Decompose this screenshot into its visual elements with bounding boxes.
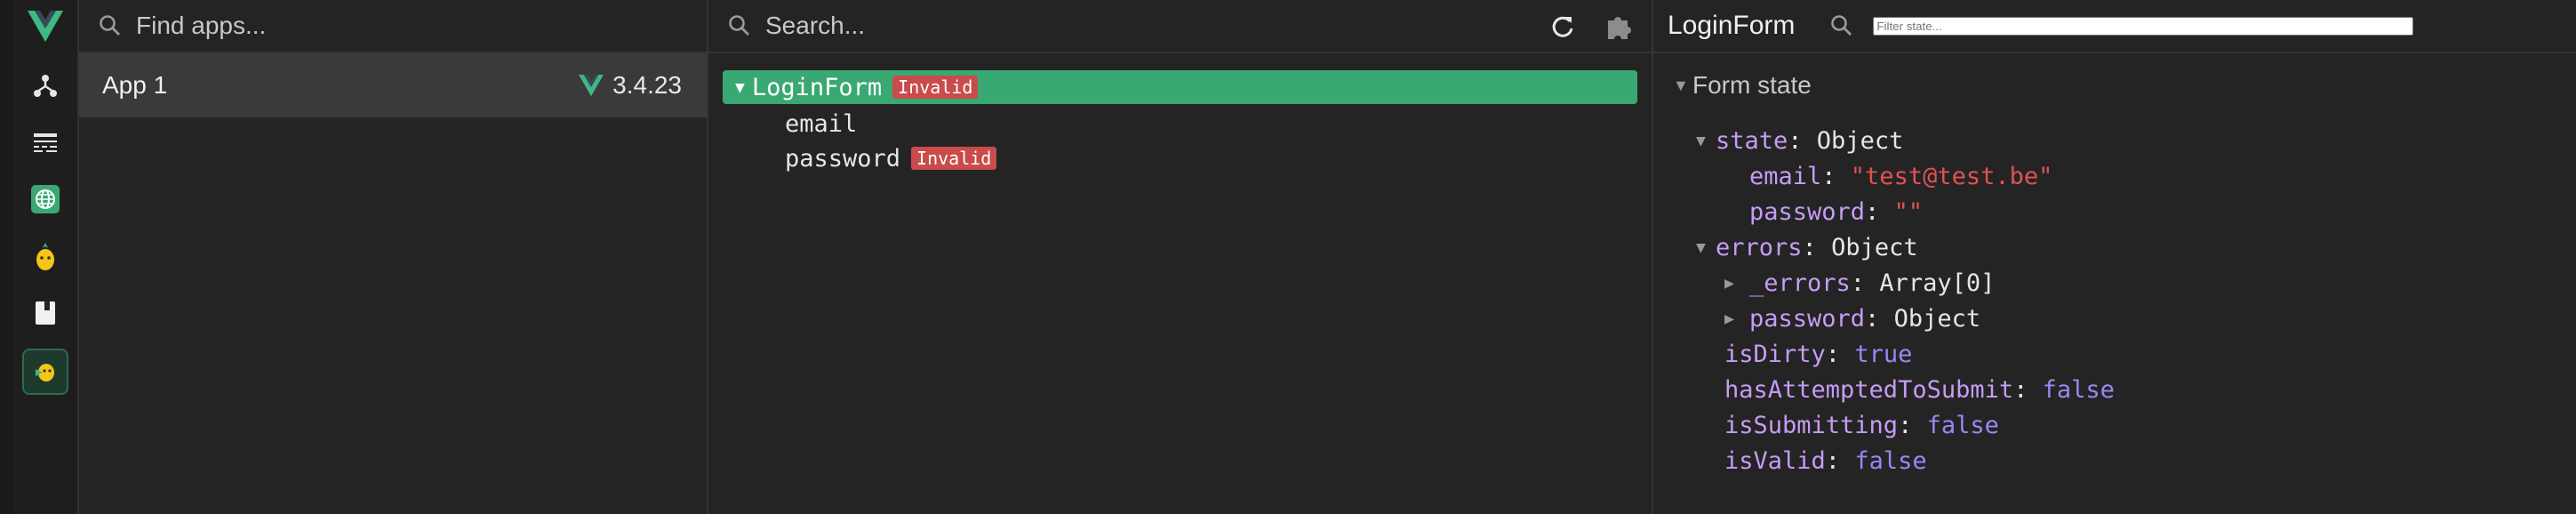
app-version: 3.4.23 (612, 71, 682, 99)
apps-search-bar (79, 0, 707, 53)
errors-array-row[interactable]: ▶ _errors: Array[0] (1724, 267, 1995, 299)
devtools-sidebar (13, 0, 79, 514)
errors-password-row[interactable]: ▶ password: Object (1724, 302, 1980, 334)
state-type: Object (1816, 126, 1904, 155)
password-value: "" (1893, 197, 1924, 226)
component-tree-panel: ▼ LoginForm Invalid email password Inval… (708, 0, 1653, 514)
inspector-header: LoginForm (1653, 0, 2576, 53)
router-globe-icon[interactable] (26, 180, 65, 219)
app-name: App 1 (102, 71, 168, 99)
app-list-item[interactable]: App 1 3.4.23 (79, 53, 707, 117)
flag-key: isValid (1724, 446, 1826, 475)
invalid-badge: Invalid (892, 76, 979, 99)
invalid-badge: Invalid (911, 147, 997, 170)
caret-down-icon: ▼ (1673, 76, 1689, 94)
flag-key: isDirty (1724, 340, 1826, 368)
errors-password-value: Object (1893, 304, 1981, 333)
errors-array-value: Array[0] (1879, 269, 1996, 297)
components-tree-icon[interactable] (26, 66, 65, 105)
apps-panel: App 1 3.4.23 (79, 0, 708, 514)
section-title: Form state (1692, 71, 1812, 99)
caret-down-icon: ▼ (1696, 237, 1706, 257)
errors-row[interactable]: ▼ errors: Object (1696, 231, 1918, 263)
flag-value: true (1854, 340, 1913, 368)
search-icon (728, 14, 751, 37)
errors-array-key: _errors (1749, 269, 1851, 297)
refresh-icon[interactable] (1549, 13, 1576, 40)
tree-search-bar (708, 0, 1652, 53)
filter-state-input[interactable] (1873, 16, 2414, 36)
is-valid-row: isValid: false (1724, 446, 1927, 475)
caret-down-icon: ▼ (1696, 131, 1706, 150)
tree-node-label: email (785, 109, 858, 138)
flag-value: false (2042, 375, 2115, 404)
flag-key: hasAttemptedToSubmit (1724, 375, 2014, 404)
email-key: email (1749, 162, 1822, 190)
email-row: email: "test@test.be" (1749, 162, 2053, 190)
window-edge (0, 0, 13, 514)
search-icon (1830, 14, 1853, 37)
tree-node-label: LoginForm (751, 73, 883, 101)
puzzle-piece-icon[interactable] (1604, 12, 1635, 42)
pinia-icon[interactable] (26, 237, 65, 276)
password-row: password: "" (1749, 197, 1924, 226)
tree-node-label: password (785, 144, 901, 173)
find-apps-input[interactable] (134, 11, 707, 41)
tree-search-input[interactable] (764, 11, 1549, 41)
state-key: state (1716, 126, 1788, 155)
caret-right-icon: ▶ (1724, 309, 1734, 328)
vue-logo-icon (579, 74, 604, 97)
errors-type: Object (1831, 233, 1918, 261)
errors-key: errors (1716, 233, 1803, 261)
search-icon (99, 14, 122, 37)
flag-key: isSubmitting (1724, 411, 1899, 439)
tree-node-password[interactable]: password Invalid (785, 141, 997, 175)
has-attempted-to-submit-row: hasAttemptedToSubmit: false (1724, 375, 2115, 404)
form-state-section-toggle[interactable]: ▼ Form state (1673, 71, 1812, 100)
caret-right-icon: ▶ (1724, 273, 1734, 293)
state-row[interactable]: ▼ state: Object (1696, 124, 1903, 157)
flag-value: false (1926, 411, 1999, 439)
email-value: "test@test.be" (1850, 162, 2053, 190)
tree-node-loginform[interactable]: ▼ LoginForm Invalid (723, 70, 1637, 104)
tree-node-email[interactable]: email (785, 107, 857, 141)
is-dirty-row: isDirty: true (1724, 340, 1913, 368)
is-submitting-row: isSubmitting: false (1724, 411, 1999, 439)
state-inspector-panel: LoginForm ▼ Form state ▼ state: Object e… (1653, 0, 2576, 514)
vue-logo-icon[interactable] (26, 7, 65, 46)
vee-validate-plugin-icon[interactable] (22, 349, 68, 395)
flag-value: false (1854, 446, 1927, 475)
errors-password-key: password (1749, 304, 1866, 333)
caret-down-icon[interactable]: ▼ (735, 78, 745, 97)
inspector-title: LoginForm (1668, 11, 1796, 40)
password-key: password (1749, 197, 1866, 226)
book-icon[interactable] (26, 293, 65, 333)
timeline-icon[interactable] (26, 123, 65, 162)
